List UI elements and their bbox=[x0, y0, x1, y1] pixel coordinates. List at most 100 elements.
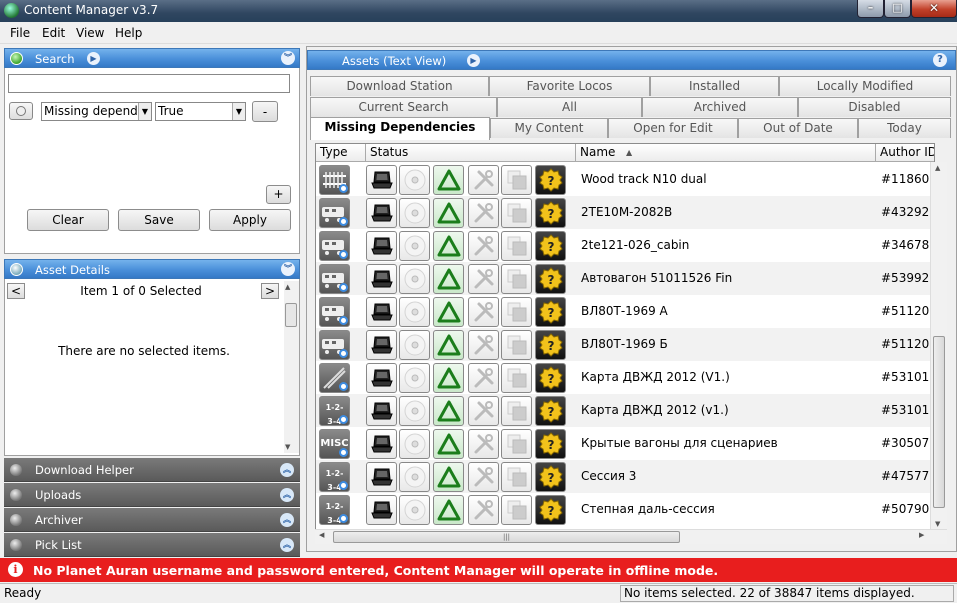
scroll-up-icon[interactable]: ▲ bbox=[935, 164, 940, 172]
vscroll-thumb[interactable] bbox=[933, 336, 945, 508]
tab-archived[interactable]: Archived bbox=[642, 97, 798, 117]
missing-dependency-icon[interactable]: ? bbox=[535, 264, 566, 294]
assets-panel-header[interactable]: Assets (Text View) ▶ ? bbox=[307, 50, 956, 70]
disc-status-icon[interactable] bbox=[399, 396, 430, 426]
duplicate-icon[interactable] bbox=[501, 429, 532, 459]
warning-triangle-icon[interactable] bbox=[433, 363, 464, 393]
tab-download-station[interactable]: Download Station bbox=[310, 76, 489, 96]
table-row[interactable]: ? 2te121-026_cabin #346783 bbox=[316, 229, 934, 262]
disc-status-icon[interactable] bbox=[399, 165, 430, 195]
missing-dependency-icon[interactable]: ? bbox=[535, 330, 566, 360]
tab-open-for-edit[interactable]: Open for Edit bbox=[608, 118, 738, 138]
asset-list-hscrollbar[interactable]: ◀ ||| ▶ bbox=[315, 529, 947, 544]
expand-icon[interactable]: ︽ bbox=[280, 513, 294, 527]
disc-status-icon[interactable] bbox=[399, 495, 430, 525]
assets-menu-arrow-icon[interactable]: ▶ bbox=[467, 54, 480, 67]
expand-icon[interactable]: ︽ bbox=[280, 538, 294, 552]
tools-icon[interactable] bbox=[468, 297, 499, 327]
table-row[interactable]: 1-2-3-4? Степная даль-сессия #507906 bbox=[316, 493, 934, 529]
local-status-icon[interactable] bbox=[366, 264, 397, 294]
column-name[interactable]: Name ▲ bbox=[576, 144, 876, 162]
maximize-button[interactable]: □ bbox=[884, 0, 911, 18]
tools-icon[interactable] bbox=[468, 396, 499, 426]
tools-icon[interactable] bbox=[468, 363, 499, 393]
tab-missing-dependencies[interactable]: Missing Dependencies bbox=[310, 117, 490, 140]
save-button[interactable]: Save bbox=[118, 209, 200, 231]
disc-status-icon[interactable] bbox=[399, 264, 430, 294]
tab-all[interactable]: All bbox=[497, 97, 642, 117]
tools-icon[interactable] bbox=[468, 330, 499, 360]
missing-dependency-icon[interactable]: ? bbox=[535, 429, 566, 459]
search-menu-arrow-icon[interactable]: ▶ bbox=[87, 52, 100, 65]
local-status-icon[interactable] bbox=[366, 330, 397, 360]
column-type[interactable]: Type bbox=[316, 144, 366, 162]
tab-installed[interactable]: Installed bbox=[650, 76, 779, 96]
missing-dependency-icon[interactable]: ? bbox=[535, 495, 566, 525]
warning-triangle-icon[interactable] bbox=[433, 462, 464, 492]
duplicate-icon[interactable] bbox=[501, 165, 532, 195]
tools-icon[interactable] bbox=[468, 198, 499, 228]
missing-dependency-icon[interactable]: ? bbox=[535, 396, 566, 426]
search-panel-header[interactable]: Search ▶ ︾ bbox=[4, 48, 300, 68]
expand-icon[interactable]: ︽ bbox=[280, 463, 294, 477]
local-status-icon[interactable] bbox=[366, 363, 397, 393]
table-row[interactable]: ? ВЛ80Т-1969 А #511200 bbox=[316, 295, 934, 328]
missing-dependency-icon[interactable]: ? bbox=[535, 165, 566, 195]
warning-triangle-icon[interactable] bbox=[433, 297, 464, 327]
table-row[interactable]: ? Автовагон 51011526 Fin #539923 bbox=[316, 262, 934, 295]
asset-list-vscrollbar[interactable]: ▲ ▼ bbox=[930, 162, 947, 530]
asset-details-header[interactable]: Asset Details ︾ bbox=[4, 259, 300, 279]
tab-favorite-locos[interactable]: Favorite Locos bbox=[489, 76, 650, 96]
local-status-icon[interactable] bbox=[366, 462, 397, 492]
scroll-left-icon[interactable]: ◀ bbox=[319, 531, 324, 539]
column-status[interactable]: Status bbox=[366, 144, 576, 162]
warning-triangle-icon[interactable] bbox=[433, 198, 464, 228]
tab-current-search[interactable]: Current Search bbox=[310, 97, 497, 117]
warning-triangle-icon[interactable] bbox=[433, 330, 464, 360]
duplicate-icon[interactable] bbox=[501, 462, 532, 492]
apply-button[interactable]: Apply bbox=[209, 209, 291, 231]
tab-locally-modified[interactable]: Locally Modified bbox=[779, 76, 951, 96]
filter-value-select[interactable]: True ▼ bbox=[155, 102, 246, 121]
clear-button[interactable]: Clear bbox=[27, 209, 109, 231]
table-row[interactable]: 1-2-3-4? Сессия 3 #475776 bbox=[316, 460, 934, 497]
archiver-panel[interactable]: Archiver ︽ bbox=[4, 508, 300, 532]
table-row[interactable]: ? 2TE10M-2082B #432925 bbox=[316, 196, 934, 229]
duplicate-icon[interactable] bbox=[501, 231, 532, 261]
tools-icon[interactable] bbox=[468, 462, 499, 492]
local-status-icon[interactable] bbox=[366, 198, 397, 228]
add-filter-button[interactable]: + bbox=[266, 185, 291, 204]
tools-icon[interactable] bbox=[468, 495, 499, 525]
duplicate-icon[interactable] bbox=[501, 495, 532, 525]
local-status-icon[interactable] bbox=[366, 396, 397, 426]
tab-out-of-date[interactable]: Out of Date bbox=[738, 118, 858, 138]
help-icon[interactable]: ? bbox=[933, 53, 947, 67]
duplicate-icon[interactable] bbox=[501, 297, 532, 327]
duplicate-icon[interactable] bbox=[501, 264, 532, 294]
menu-view[interactable]: View bbox=[76, 26, 104, 40]
tools-icon[interactable] bbox=[468, 231, 499, 261]
local-status-icon[interactable] bbox=[366, 231, 397, 261]
disc-status-icon[interactable] bbox=[399, 462, 430, 492]
local-status-icon[interactable] bbox=[366, 429, 397, 459]
scroll-down-icon[interactable]: ▼ bbox=[935, 520, 940, 528]
download-helper-panel[interactable]: Download Helper ︽ bbox=[4, 458, 300, 482]
menu-help[interactable]: Help bbox=[115, 26, 142, 40]
scroll-right-icon[interactable]: ▶ bbox=[919, 531, 924, 539]
warning-triangle-icon[interactable] bbox=[433, 231, 464, 261]
warning-triangle-icon[interactable] bbox=[433, 396, 464, 426]
filter-field-select[interactable]: Missing dependenc ▼ bbox=[41, 102, 152, 121]
duplicate-icon[interactable] bbox=[501, 363, 532, 393]
missing-dependency-icon[interactable]: ? bbox=[535, 297, 566, 327]
tab-today[interactable]: Today bbox=[858, 118, 951, 138]
pick-list-panel[interactable]: Pick List ︽ bbox=[4, 533, 300, 557]
hscroll-thumb[interactable]: ||| bbox=[333, 531, 680, 543]
missing-dependency-icon[interactable]: ? bbox=[535, 363, 566, 393]
uploads-panel[interactable]: Uploads ︽ bbox=[4, 483, 300, 507]
warning-triangle-icon[interactable] bbox=[433, 429, 464, 459]
table-row[interactable]: ? ВЛ80Т-1969 Б #511200 bbox=[316, 328, 934, 361]
warning-triangle-icon[interactable] bbox=[433, 264, 464, 294]
local-status-icon[interactable] bbox=[366, 165, 397, 195]
table-row[interactable]: 1-2-3-4? Карта ДВЖД 2012 (v1.) #531010 bbox=[316, 394, 934, 431]
duplicate-icon[interactable] bbox=[501, 396, 532, 426]
